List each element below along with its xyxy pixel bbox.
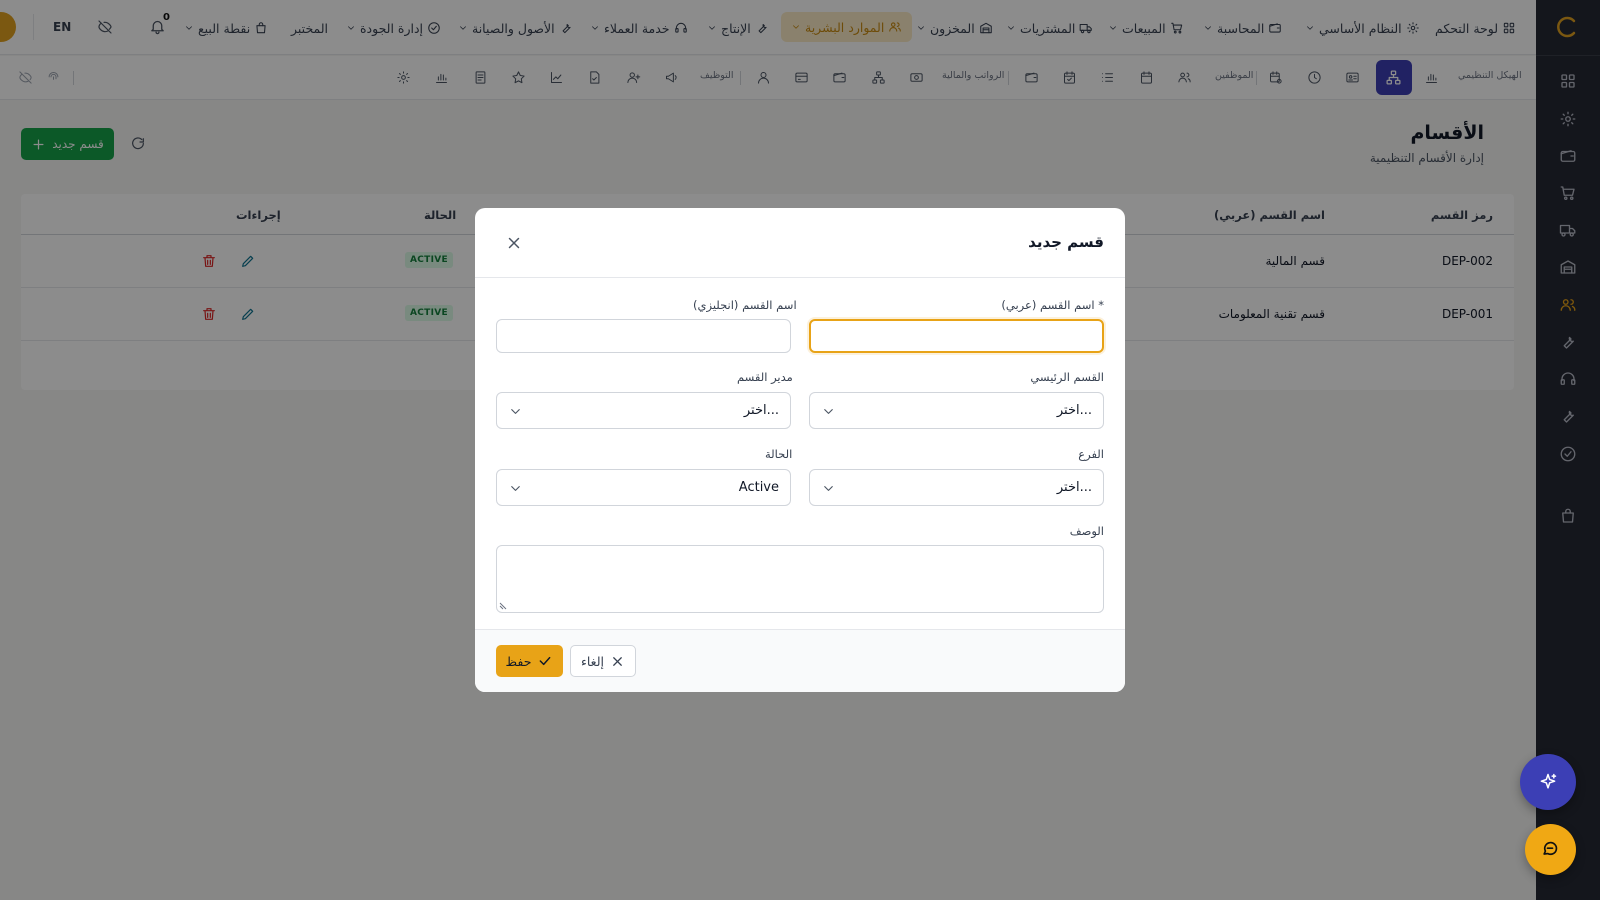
parent-department-select[interactable]: اختر...	[809, 392, 1104, 429]
cancel-button[interactable]: إلغاء	[570, 645, 636, 677]
name-ar-label: اسم القسم (عربي) *	[1001, 298, 1104, 312]
branch-label: الفرع	[1078, 447, 1104, 461]
close-icon	[613, 656, 622, 666]
branch-select[interactable]: اختر...	[809, 469, 1104, 506]
chevron-down-icon	[824, 486, 833, 491]
description-label: الوصف	[1069, 524, 1104, 538]
ai-assistant-button[interactable]	[1520, 754, 1576, 810]
name-ar-field[interactable]	[809, 319, 1104, 353]
chevron-down-icon	[511, 486, 520, 491]
dialog-footer: حفظ إلغاء	[475, 629, 1125, 692]
status-label: الحالة	[765, 447, 793, 461]
save-button[interactable]: حفظ	[496, 645, 563, 677]
dialog-header: قسم جديد	[475, 208, 1125, 278]
status-value: Active	[738, 480, 779, 495]
manager-label: مدير القسم	[737, 370, 793, 384]
close-icon[interactable]	[505, 234, 523, 252]
description-textarea[interactable]	[496, 545, 1104, 613]
parent-department-value: اختر...	[1056, 403, 1092, 418]
sparkles-icon	[1540, 773, 1557, 789]
chat-button[interactable]	[1525, 824, 1576, 875]
branch-value: اختر...	[1056, 480, 1092, 495]
parent-department-label: القسم الرئيسي	[1030, 370, 1104, 384]
status-select[interactable]: Active	[496, 469, 791, 506]
dialog-title: قسم جديد	[1028, 233, 1104, 251]
chevron-down-icon	[511, 409, 520, 414]
new-department-dialog: قسم جديد اسم القسم (عربي) * اسم القسم (ا…	[475, 208, 1125, 692]
manager-value: اختر...	[743, 403, 779, 418]
name-en-label: اسم القسم (انجليزي)	[693, 298, 797, 312]
manager-select[interactable]: اختر...	[496, 392, 791, 429]
chat-icon	[1543, 841, 1558, 856]
chevron-down-icon	[824, 409, 833, 414]
resize-handle-icon[interactable]	[499, 602, 507, 610]
name-en-field[interactable]	[496, 319, 791, 353]
check-icon	[540, 656, 551, 666]
